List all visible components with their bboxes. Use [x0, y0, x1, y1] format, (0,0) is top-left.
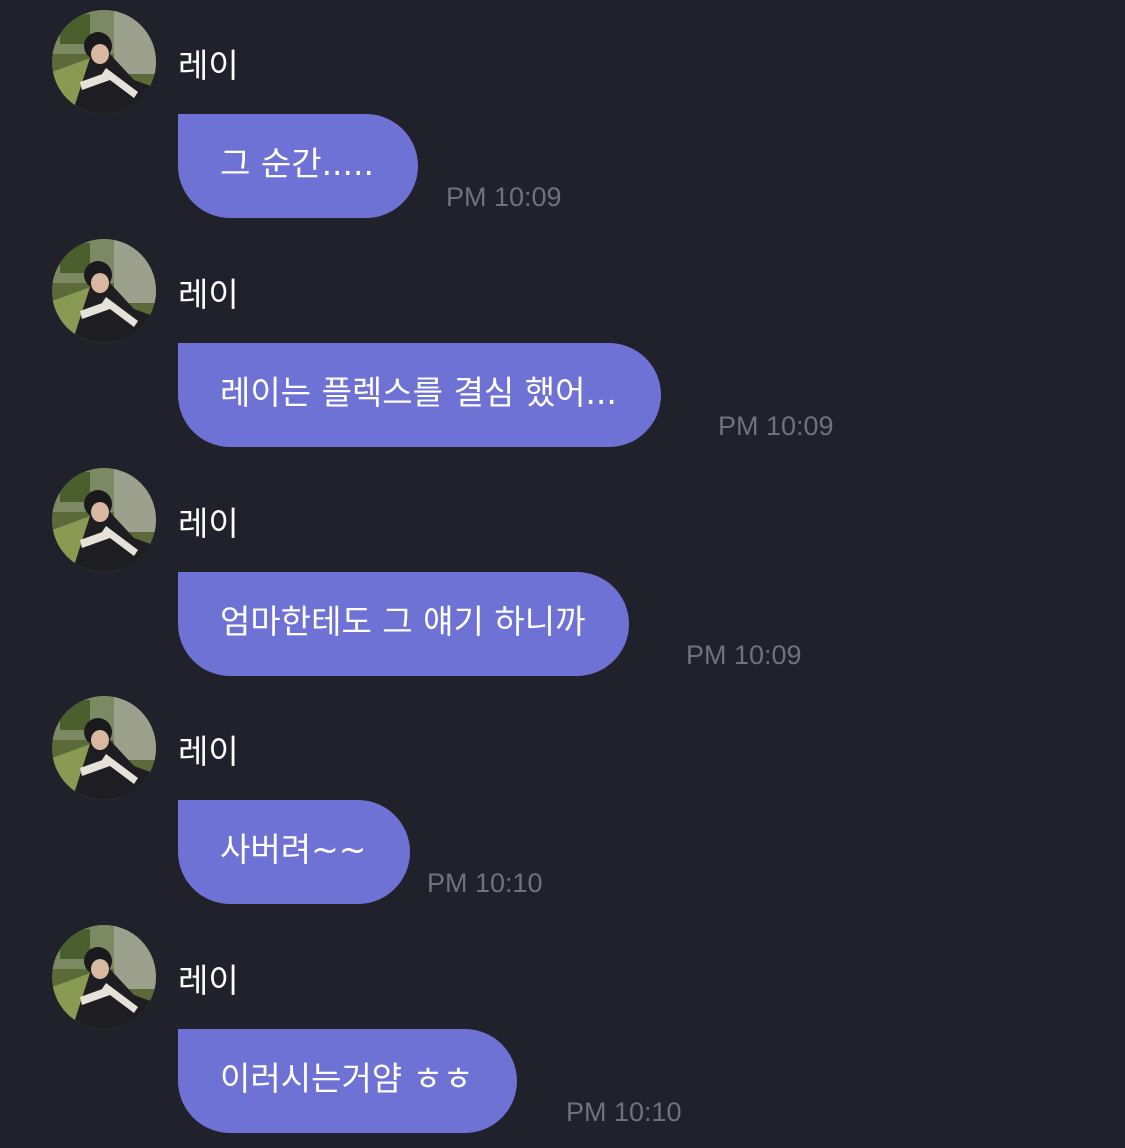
message-text: 레이는 플렉스를 결심 했어...	[220, 373, 617, 412]
profile-photo-icon	[52, 10, 156, 114]
chat-message: 레이 엄마한테도 그 얘기 하니까 PM 10:09	[0, 458, 1125, 686]
sender-name: 레이	[178, 732, 239, 771]
message-bubble[interactable]: 그 순간.....	[178, 114, 419, 218]
avatar[interactable]	[52, 696, 156, 800]
profile-photo-icon	[52, 925, 156, 1029]
message-timestamp: PM 10:10	[566, 1097, 682, 1127]
chat-message: 레이 레이는 플렉스를 결심 했어... PM 10:09	[0, 229, 1125, 457]
avatar[interactable]	[52, 925, 156, 1029]
message-text: 그 순간.....	[220, 144, 375, 183]
message-bubble[interactable]: 이러시는거얌 ㅎㅎ	[178, 1029, 518, 1133]
message-timestamp: PM 10:09	[718, 411, 834, 441]
sender-name: 레이	[178, 504, 239, 543]
avatar[interactable]	[52, 10, 156, 114]
profile-photo-icon	[52, 696, 156, 800]
message-timestamp: PM 10:10	[427, 868, 543, 898]
sender-name: 레이	[178, 46, 239, 85]
profile-photo-icon	[52, 468, 156, 572]
avatar[interactable]	[52, 468, 156, 572]
sender-name: 레이	[178, 275, 239, 314]
message-bubble[interactable]: 엄마한테도 그 얘기 하니까	[178, 572, 630, 676]
chat-message: 레이 사버려~~ PM 10:10	[0, 686, 1125, 914]
profile-photo-icon	[52, 239, 156, 343]
message-text: 사버려~~	[220, 830, 367, 869]
message-timestamp: PM 10:09	[446, 182, 562, 212]
chat-message: 레이 그 순간..... PM 10:09	[0, 0, 1125, 228]
message-text: 이러시는거얌 ㅎㅎ	[220, 1059, 474, 1098]
sender-name: 레이	[178, 961, 239, 1000]
message-timestamp: PM 10:09	[686, 640, 802, 670]
message-bubble[interactable]: 레이는 플렉스를 결심 했어...	[178, 343, 661, 447]
chat-message: 레이 이러시는거얌 ㅎㅎ PM 10:10	[0, 915, 1125, 1143]
chat-message-list[interactable]: 레이 그 순간..... PM 10:09 레이 레이는 플렉스를 결심 했어.…	[0, 0, 1125, 1148]
message-bubble[interactable]: 사버려~~	[178, 800, 411, 904]
message-text: 엄마한테도 그 얘기 하니까	[220, 602, 586, 641]
avatar[interactable]	[52, 239, 156, 343]
